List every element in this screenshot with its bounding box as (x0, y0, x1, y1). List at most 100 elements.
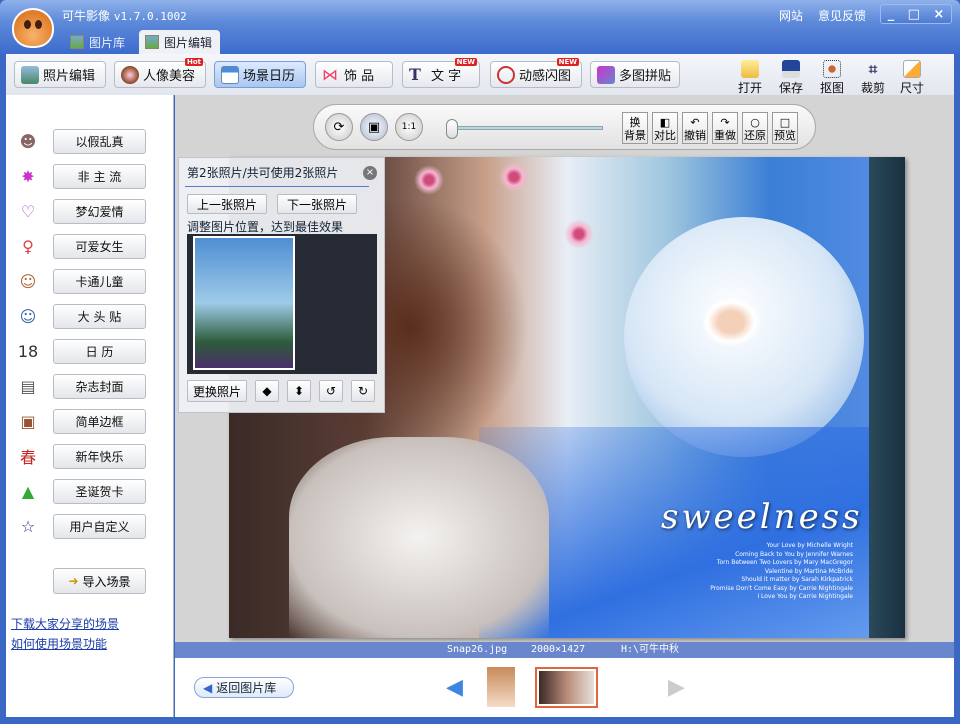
control-box-button[interactable]: ○ 还原 (742, 112, 768, 144)
accessories-button[interactable]: ⋈ 饰 品 (315, 61, 393, 88)
flip-horizontal-button[interactable]: ◆ (255, 380, 279, 402)
song-line: Valentine by Martina McBride (764, 567, 853, 575)
scene-category-button[interactable]: 简单边框 (53, 408, 146, 434)
scene-category-icon: ♀ (22, 236, 34, 256)
control-box-button[interactable]: □ 预览 (772, 112, 798, 144)
actual-size-button[interactable]: 1:1 (395, 113, 423, 141)
photo-edit-button[interactable]: 照片编辑 (14, 61, 106, 88)
cutout-button[interactable]: 抠图 (814, 60, 850, 96)
scene-calendar-button[interactable]: 场景日历 (214, 61, 306, 88)
crop-button[interactable]: ⌗ 裁剪 (855, 60, 891, 96)
scene-category-icon: 18 (17, 341, 39, 361)
scene-item[interactable]: 18 日 历 (16, 338, 148, 364)
control-icon: ↷ (720, 116, 730, 129)
flower (414, 165, 444, 195)
scene-category-button[interactable]: 新年快乐 (53, 443, 146, 469)
prev-thumbnail-arrow[interactable]: ◀ (446, 675, 463, 700)
control-box-button[interactable]: ◧ 对比 (652, 112, 678, 144)
scene-item[interactable]: ♡ 梦幻爱情 (16, 198, 148, 224)
collage-button[interactable]: 多图拼贴 (590, 61, 680, 88)
scene-category-button[interactable]: 以假乱真 (53, 128, 146, 154)
resize-button[interactable]: 尺寸 (894, 60, 930, 96)
save-button[interactable]: 保存 (773, 60, 809, 96)
scene-item[interactable]: ▲ 圣诞贺卡 (16, 478, 148, 504)
scene-item[interactable]: ▣ 简单边框 (16, 408, 148, 434)
flower (499, 162, 529, 192)
animated-flash-button[interactable]: 动感闪图 NEW (490, 58, 582, 88)
scene-item[interactable]: ☺ 卡通儿童 (16, 268, 148, 294)
scene-item[interactable]: ☆ 用户自定义 (16, 513, 148, 539)
photo-title: sweelness (661, 497, 863, 537)
scene-category-button[interactable]: 梦幻爱情 (53, 198, 146, 224)
button-label: 返回图片库 (216, 681, 277, 695)
button-label: 场景日历 (243, 69, 296, 84)
control-box-button[interactable]: 换背景 (622, 112, 648, 144)
song-line: Torn Between Two Lovers by Mary MacGrego… (716, 559, 853, 566)
scene-item[interactable]: ☻ 以假乱真 (16, 128, 148, 154)
next-thumbnail-arrow[interactable]: ▶ (668, 675, 685, 700)
website-link[interactable]: 网站 (779, 7, 803, 24)
control-box-button[interactable]: ↷ 重做 (712, 112, 738, 144)
scene-item[interactable]: ✸ 非 主 流 (16, 163, 148, 189)
thumbnail-1[interactable] (487, 667, 515, 707)
calendar-icon (221, 65, 239, 84)
position-selector[interactable] (193, 236, 295, 370)
button-label: 照片编辑 (43, 69, 96, 84)
tab-edit[interactable]: 图片编辑 (139, 30, 221, 54)
thumbnail-2-selected[interactable] (535, 667, 598, 708)
scene-category-button[interactable]: 可爱女生 (53, 233, 146, 259)
rotate-right-icon: ↻ (357, 384, 369, 398)
cutout-icon (823, 60, 841, 78)
cow-logo-icon (12, 8, 54, 48)
scene-category-icon: ☆ (20, 516, 36, 536)
text-button[interactable]: T 文 字 NEW (402, 58, 480, 88)
scene-category-button[interactable]: 杂志封面 (53, 373, 146, 399)
zoom-slider-thumb[interactable] (446, 119, 458, 139)
maximize-button[interactable]: □ (908, 7, 920, 22)
collage-icon (597, 65, 615, 84)
scene-item[interactable]: ☺ 大 头 贴 (16, 303, 148, 329)
scene-category-button[interactable]: 用户自定义 (53, 513, 146, 539)
panel-hint: 调整图片位置，达到最佳效果 (187, 220, 344, 234)
download-scenes-link[interactable]: 下载大家分享的场景 (11, 615, 119, 632)
button-label: 动感闪图 (519, 69, 572, 84)
fit-screen-button[interactable]: ▣ (360, 113, 388, 141)
scene-category-button[interactable]: 非 主 流 (53, 163, 146, 189)
scene-item[interactable]: ▤ 杂志封面 (16, 373, 148, 399)
feedback-link[interactable]: 意见反馈 (818, 7, 866, 24)
button-label: 文 字 (431, 69, 462, 84)
scene-item[interactable]: 春新年快乐 (16, 443, 148, 469)
status-filename: Snap26.jpg (447, 644, 508, 655)
close-button[interactable]: × (933, 7, 944, 22)
scene-help-link[interactable]: 如何使用场景功能 (11, 635, 107, 652)
flip-vertical-button[interactable]: ⬍ (287, 380, 311, 402)
scene-item[interactable]: ♀ 可爱女生 (16, 233, 148, 259)
minimize-button[interactable]: _ (888, 7, 895, 22)
prev-photo-button[interactable]: 上一张照片 (187, 194, 267, 214)
scene-category-button[interactable]: 大 头 贴 (53, 303, 146, 329)
scene-category-button[interactable]: 卡通儿童 (53, 268, 146, 294)
control-box-button[interactable]: ↶ 撤销 (682, 112, 708, 144)
scene-category-button[interactable]: 圣诞贺卡 (53, 478, 146, 504)
rotate-button[interactable]: ⟳ (325, 113, 353, 141)
photo-icon (21, 65, 39, 84)
control-label: 还原 (744, 129, 766, 142)
couple-inset (701, 297, 761, 347)
scene-category-button[interactable]: 日 历 (53, 338, 146, 364)
tab-library[interactable]: 图片库 (64, 30, 133, 54)
app-name: 可牛影像 (62, 9, 111, 23)
control-icon: ◧ (659, 116, 671, 129)
zoom-slider[interactable] (448, 126, 603, 130)
refresh-icon: ⟳ (333, 119, 345, 135)
open-button[interactable]: 打开 (732, 60, 768, 96)
portrait-beauty-button[interactable]: 人像美容 Hot (114, 58, 206, 88)
rotate-left-button[interactable]: ↺ (319, 380, 343, 402)
rotate-right-button[interactable]: ↻ (351, 380, 375, 402)
close-panel-icon[interactable]: × (363, 166, 377, 180)
back-to-library-button[interactable]: ◀ 返回图片库 (194, 677, 294, 698)
import-scene-button[interactable]: ➜ 导入场景 (53, 568, 146, 594)
next-photo-button[interactable]: 下一张照片 (277, 194, 357, 214)
resize-icon (903, 60, 921, 78)
replace-photo-button[interactable]: 更换照片 (187, 380, 247, 402)
tool-label: 抠图 (819, 81, 844, 95)
